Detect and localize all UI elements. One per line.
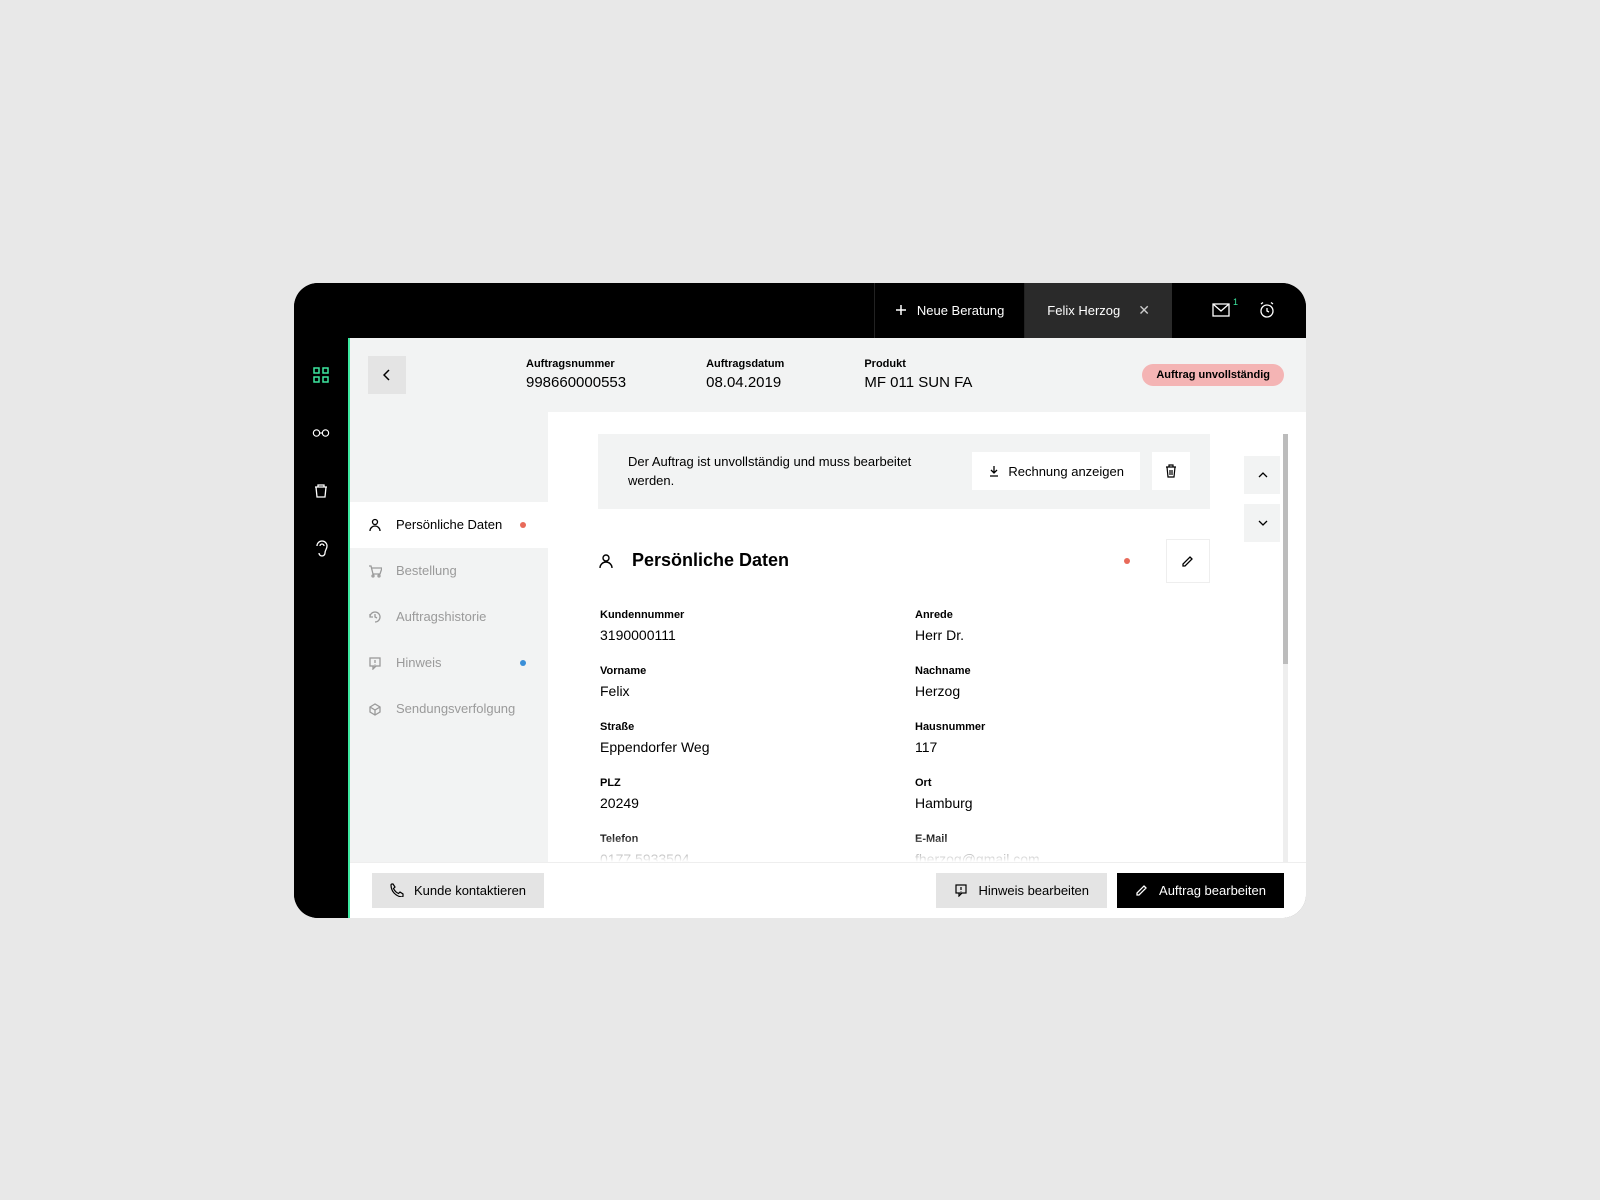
section-nav: Persönliche Daten Bestellung Auftragshis… — [350, 412, 548, 862]
scroll-down-button[interactable] — [1244, 504, 1280, 542]
order-number-value: 998660000553 — [526, 374, 626, 391]
alert-actions: Rechnung anzeigen — [972, 452, 1190, 490]
edit-order-button[interactable]: Auftrag bearbeiten — [1117, 873, 1284, 908]
nav-order[interactable]: Bestellung — [350, 548, 548, 594]
meta-product: Produkt MF 011 SUN FA — [864, 358, 972, 391]
section-title: Persönliche Daten — [632, 550, 789, 571]
field-email: E-Mail fherzog@gmail.com — [915, 833, 1210, 862]
scrollbar[interactable] — [1283, 434, 1288, 862]
contact-customer-button[interactable]: Kunde kontaktieren — [372, 873, 544, 908]
new-consultation-button[interactable]: Neue Beratung — [874, 283, 1025, 338]
show-invoice-button[interactable]: Rechnung anzeigen — [972, 452, 1140, 490]
order-date-label: Auftragsdatum — [706, 358, 784, 370]
order-meta-bar: Auftragsnummer 998660000553 Auftragsdatu… — [350, 338, 1306, 412]
meta-order-date: Auftragsdatum 08.04.2019 — [706, 358, 784, 391]
nav-history[interactable]: Auftragshistorie — [350, 594, 548, 640]
ear-icon[interactable] — [312, 540, 330, 558]
field-city: Ort Hamburg — [915, 777, 1210, 811]
footer-bar: Kunde kontaktieren Hinweis bearbeiten Au… — [350, 862, 1306, 918]
field-street: Straße Eppendorfer Weg — [600, 721, 895, 755]
nav-label: Bestellung — [396, 563, 457, 578]
field-firstname: Vorname Felix — [600, 665, 895, 699]
detail-pane: Der Auftrag ist unvollständig und muss b… — [548, 412, 1306, 862]
download-icon — [988, 465, 1000, 477]
app-body: Auftragsnummer 998660000553 Auftragsdatu… — [294, 338, 1306, 918]
nav-label: Auftragshistorie — [396, 609, 486, 624]
scrollbar-thumb[interactable] — [1283, 434, 1288, 664]
field-zip: PLZ 20249 — [600, 777, 895, 811]
main-row: Persönliche Daten Bestellung Auftragshis… — [350, 412, 1306, 862]
edit-order-label: Auftrag bearbeiten — [1159, 883, 1266, 898]
nav-rail — [294, 338, 348, 918]
order-number-label: Auftragsnummer — [526, 358, 626, 370]
status-badge: Auftrag unvollständig — [1142, 364, 1284, 386]
section-header: Persönliche Daten — [598, 539, 1210, 583]
plus-icon — [895, 304, 907, 316]
glasses-icon[interactable] — [312, 424, 330, 442]
note-icon — [954, 883, 968, 897]
close-icon[interactable]: ✕ — [1138, 302, 1150, 319]
order-date-value: 08.04.2019 — [706, 374, 784, 391]
nav-label: Persönliche Daten — [396, 517, 502, 532]
customer-tab-label: Felix Herzog — [1047, 303, 1120, 318]
contact-customer-label: Kunde kontaktieren — [414, 883, 526, 898]
product-label: Produkt — [864, 358, 972, 370]
edit-note-button[interactable]: Hinweis bearbeiten — [936, 873, 1107, 908]
nav-label: Sendungsverfolgung — [396, 701, 515, 716]
topbar-icons: 1 — [1172, 283, 1306, 338]
show-invoice-label: Rechnung anzeigen — [1008, 464, 1124, 479]
product-value: MF 011 SUN FA — [864, 374, 972, 391]
field-lastname: Nachname Herzog — [915, 665, 1210, 699]
back-button[interactable] — [368, 356, 406, 394]
alert-box: Der Auftrag ist unvollständig und muss b… — [598, 434, 1210, 509]
equipment-icon[interactable] — [312, 482, 330, 500]
field-customer-number: Kundennummer 3190000111 — [600, 609, 895, 643]
mail-button[interactable]: 1 — [1212, 303, 1230, 317]
edit-icon — [1135, 883, 1149, 897]
dashboard-icon[interactable] — [312, 366, 330, 384]
personal-data-grid: Kundennummer 3190000111 Anrede Herr Dr. … — [598, 609, 1210, 862]
phone-icon — [390, 883, 404, 897]
field-salutation: Anrede Herr Dr. — [915, 609, 1210, 643]
delete-button[interactable] — [1152, 452, 1190, 490]
edit-section-button[interactable] — [1166, 539, 1210, 583]
nav-note[interactable]: Hinweis — [350, 640, 548, 686]
nav-label: Hinweis — [396, 655, 442, 670]
scroll-controls — [1244, 456, 1280, 542]
status-dot-icon — [520, 660, 526, 666]
edit-note-label: Hinweis bearbeiten — [978, 883, 1089, 898]
nav-personal-data[interactable]: Persönliche Daten — [350, 502, 548, 548]
customer-tab[interactable]: Felix Herzog ✕ — [1025, 283, 1172, 338]
field-phone: Telefon 0177 5933504 — [600, 833, 895, 862]
meta-order-number: Auftragsnummer 998660000553 — [526, 358, 626, 391]
alarm-button[interactable] — [1258, 301, 1276, 319]
field-housenumber: Hausnummer 117 — [915, 721, 1210, 755]
scroll-up-button[interactable] — [1244, 456, 1280, 494]
nav-tracking[interactable]: Sendungsverfolgung — [350, 686, 548, 732]
person-icon — [598, 553, 614, 569]
mail-badge: 1 — [1233, 297, 1238, 307]
app-window: Neue Beratung Felix Herzog ✕ 1 — [294, 283, 1306, 918]
status-dot-icon — [1124, 558, 1130, 564]
alert-text: Der Auftrag ist unvollständig und muss b… — [628, 452, 948, 491]
status-dot-icon — [520, 522, 526, 528]
topbar: Neue Beratung Felix Herzog ✕ 1 — [294, 283, 1306, 338]
new-consultation-label: Neue Beratung — [917, 303, 1004, 318]
content-area: Auftragsnummer 998660000553 Auftragsdatu… — [348, 338, 1306, 918]
